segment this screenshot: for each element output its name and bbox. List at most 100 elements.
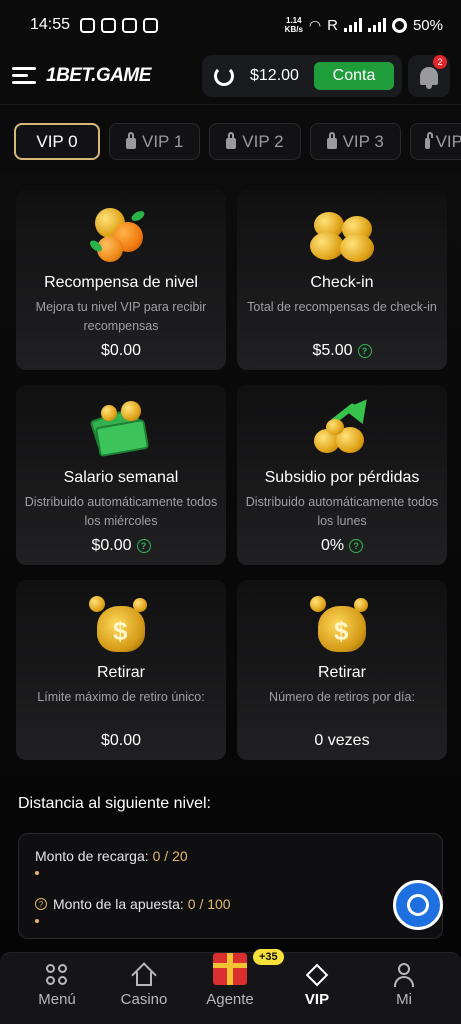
card-amount: 0 vezes [314, 732, 370, 749]
lock-icon [126, 132, 136, 149]
coin-stack-icon [308, 202, 376, 264]
progress-fill [35, 919, 39, 923]
battery-level: 50% [412, 16, 443, 34]
card-title: Recompensa de nivel [44, 274, 198, 291]
money-bag-icon: $ [308, 592, 376, 654]
money-bag-icon: $ [87, 592, 155, 654]
diamond-icon [305, 963, 329, 987]
recharge-label: Monto de recarga: [35, 848, 149, 864]
card-amount: $5.00 [312, 342, 353, 359]
card-description: Mejora tu nivel VIP para recibir recompe… [35, 300, 207, 333]
card-title: Salario semanal [63, 469, 179, 486]
tab-vip-2[interactable]: VIP 2 [209, 123, 301, 160]
nav-agent[interactable]: +35 Agente [190, 949, 284, 1008]
grid-icon [45, 963, 69, 987]
instagram-icon [101, 17, 117, 33]
tab-vip-3[interactable]: VIP 3 [309, 123, 401, 160]
withdraw-limit-card[interactable]: $ Retirar Límite máximo de retiro único:… [16, 580, 226, 760]
card-title: Retirar [96, 664, 145, 681]
tab-vip-1[interactable]: VIP 1 [109, 123, 201, 160]
balance-panel: $12.00 Conta [202, 55, 402, 97]
withdraw-count-card[interactable]: $ Retirar Número de retiros por día: 0 v… [237, 580, 447, 760]
card-value: $0.00 [16, 342, 226, 360]
card-description: Número de retiros por día: [269, 690, 415, 704]
instagram-icon [122, 17, 138, 33]
card-amount: 0% [320, 537, 345, 554]
check-in-card[interactable]: Check-in Total de recompensas de check-i… [237, 190, 447, 370]
card-value: 0%? [237, 537, 447, 555]
help-icon[interactable]: ? [357, 344, 372, 358]
nav-menu[interactable]: Menú [17, 963, 97, 1008]
help-icon[interactable]: ? [349, 539, 364, 553]
bet-amount: 0 / 100 [187, 896, 231, 912]
status-right: 1.14 KB/s ◠ R 50% [285, 16, 443, 34]
coins-arrow-icon [308, 391, 377, 459]
snapchat-icon [80, 17, 96, 33]
card-description: Distribuido automáticamente todos los mi… [24, 495, 218, 528]
recharge-progress-bar [35, 871, 425, 875]
fruit-coins-icon [87, 202, 155, 264]
nav-label: Menú [38, 991, 76, 1008]
card-description: Total de recompensas de check-in [247, 300, 437, 314]
network-speed: 1.14 KB/s [284, 16, 303, 34]
nav-label: Agente [206, 991, 254, 1008]
money-bills-icon [87, 397, 155, 459]
balance-amount: $12.00 [250, 67, 299, 84]
card-description: Límite máximo de retiro único: [37, 690, 205, 704]
nav-vip[interactable]: VIP [277, 963, 357, 1008]
card-value: 0 vezes [237, 732, 447, 750]
card-amount: $0.00 [100, 342, 142, 359]
tab-label: VIP 4 [435, 131, 461, 151]
recharge-amount: 0 / 20 [152, 848, 188, 864]
loss-subsidy-card[interactable]: Subsidio por pérdidas Distribuido automá… [237, 385, 447, 565]
user-icon [392, 963, 416, 987]
gift-icon: +35 [213, 949, 284, 987]
mail-icon [143, 17, 159, 33]
support-chat-button[interactable] [393, 880, 443, 930]
app-header: 1BET.GAME $12.00 Conta 2 [0, 50, 461, 102]
help-icon[interactable]: ? [35, 898, 47, 910]
lock-icon [326, 132, 337, 149]
tab-vip-4[interactable]: VIP 4 [409, 123, 461, 160]
nav-profile[interactable]: Mi [364, 963, 444, 1008]
signal-icon [367, 18, 386, 32]
status-time: 14:55 [30, 16, 71, 33]
lock-icon [226, 132, 237, 149]
contact-button[interactable]: Conta [314, 62, 394, 90]
card-title: Check-in [310, 274, 374, 291]
card-value: $0.00 [16, 732, 226, 750]
recharge-row: Monto de recarga: 0 / 20 [35, 848, 188, 864]
bet-label: Monto de la apuesta: [53, 896, 184, 912]
lock-icon [424, 132, 433, 149]
card-description: Distribuido automáticamente todos los lu… [245, 495, 439, 528]
card-value: $5.00? [237, 342, 447, 360]
nav-label: Mi [396, 991, 412, 1008]
bell-icon [420, 67, 438, 89]
level-reward-card[interactable]: Recompensa de nivel Mejora tu nivel VIP … [16, 190, 226, 370]
home-icon [131, 962, 157, 988]
card-title: Subsidio por pérdidas [264, 469, 420, 486]
notification-badge: 2 [433, 55, 447, 69]
signal-icon [343, 18, 362, 32]
signal-label: R [327, 16, 338, 34]
vip-tabs: VIP 0 VIP 1 VIP 2 VIP 3 VIP 4 [14, 123, 461, 160]
tab-label: VIP 1 [142, 131, 184, 151]
menu-icon[interactable] [12, 66, 38, 86]
notifications-button[interactable]: 2 [408, 55, 450, 97]
refresh-icon[interactable] [214, 66, 234, 86]
brand-logo[interactable]: 1BET.GAME [46, 65, 151, 87]
tab-label: VIP 3 [342, 131, 384, 151]
help-icon[interactable]: ? [136, 539, 151, 553]
card-value: $0.00? [16, 537, 226, 555]
bet-progress-bar [35, 919, 425, 923]
tab-vip-0[interactable]: VIP 0 [14, 123, 100, 160]
weekly-salary-card[interactable]: Salario semanal Distribuido automáticame… [16, 385, 226, 565]
notification-icons [80, 17, 159, 33]
bet-row: ? Monto de la apuesta: 0 / 100 [35, 896, 231, 912]
next-level-heading: Distancia al siguiente nivel: [18, 795, 211, 812]
nav-label: VIP [304, 991, 330, 1008]
header-divider [0, 104, 461, 105]
battery-icon [391, 17, 407, 33]
nav-casino[interactable]: Casino [104, 962, 184, 1008]
card-amount: $0.00 [91, 537, 132, 554]
